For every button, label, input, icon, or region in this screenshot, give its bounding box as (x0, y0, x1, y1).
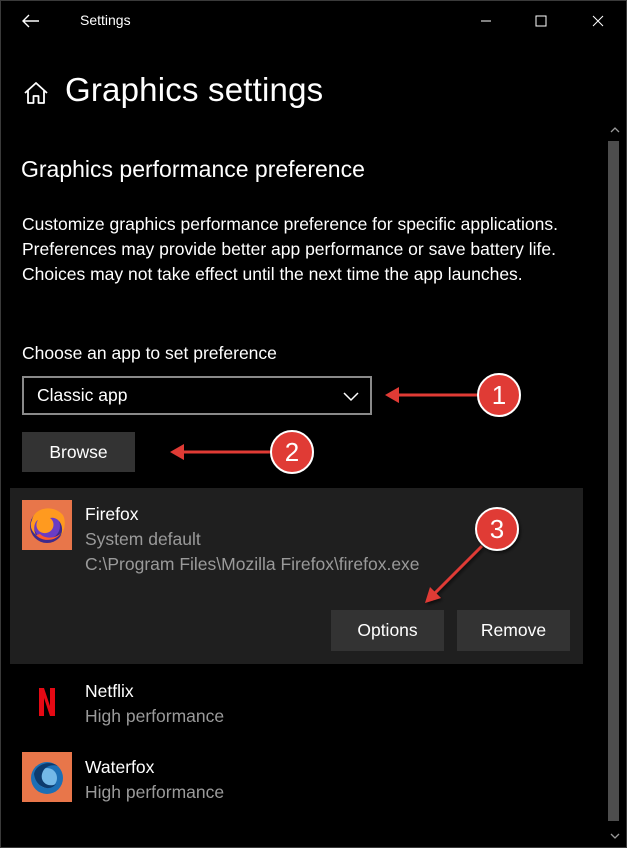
minimize-button[interactable] (461, 1, 511, 41)
back-arrow-icon (22, 14, 39, 28)
choose-app-label: Choose an app to set preference (22, 343, 277, 363)
settings-window: Settings Graphics settings Graphics perf… (0, 0, 627, 848)
chevron-down-icon (343, 392, 359, 402)
remove-button[interactable]: Remove (457, 610, 570, 651)
app-list-item-netflix[interactable]: Netflix High performance (10, 672, 583, 736)
app-preference: High performance (85, 706, 225, 726)
chevron-down-icon (610, 833, 619, 839)
annotation-number-2: 2 (285, 437, 299, 467)
firefox-icon (22, 500, 72, 550)
app-name: Netflix (85, 681, 134, 701)
title-bar: Settings (1, 1, 627, 41)
maximize-button[interactable] (516, 1, 566, 41)
app-path: C:\Program Files\Mozilla Firefox\firefox… (85, 554, 420, 574)
back-button[interactable] (13, 7, 49, 35)
app-preference: High performance (85, 782, 225, 802)
window-title: Settings (80, 12, 131, 28)
annotation-arrow-1 (385, 387, 479, 403)
section-title: Graphics performance preference (21, 156, 365, 182)
minimize-icon (481, 20, 491, 22)
close-icon (592, 15, 604, 27)
app-name: Waterfox (85, 757, 155, 777)
maximize-icon (535, 15, 547, 27)
scroll-down-button[interactable] (606, 827, 623, 845)
browse-button[interactable]: Browse (22, 432, 135, 472)
annotation-arrow-2 (170, 444, 271, 460)
chevron-up-icon (610, 127, 619, 133)
app-type-dropdown[interactable]: Classic app (22, 376, 372, 415)
options-button[interactable]: Options (331, 610, 444, 651)
section-description: Customize graphics performance preferenc… (22, 214, 558, 284)
app-preference: System default (85, 529, 201, 549)
waterfox-icon (22, 752, 72, 802)
close-button[interactable] (573, 1, 623, 41)
netflix-icon (22, 676, 72, 726)
app-name: Firefox (85, 504, 139, 524)
page-title: Graphics settings (65, 71, 324, 108)
scrollbar-thumb[interactable] (608, 141, 619, 821)
annotation-number-1: 1 (492, 380, 506, 410)
home-icon[interactable] (22, 79, 50, 107)
annotation-badge-2: 2 (270, 430, 314, 474)
app-list-item-waterfox[interactable]: Waterfox High performance (10, 748, 583, 812)
dropdown-selected-value: Classic app (37, 385, 128, 405)
scroll-up-button[interactable] (606, 121, 623, 139)
annotation-badge-1: 1 (477, 373, 521, 417)
